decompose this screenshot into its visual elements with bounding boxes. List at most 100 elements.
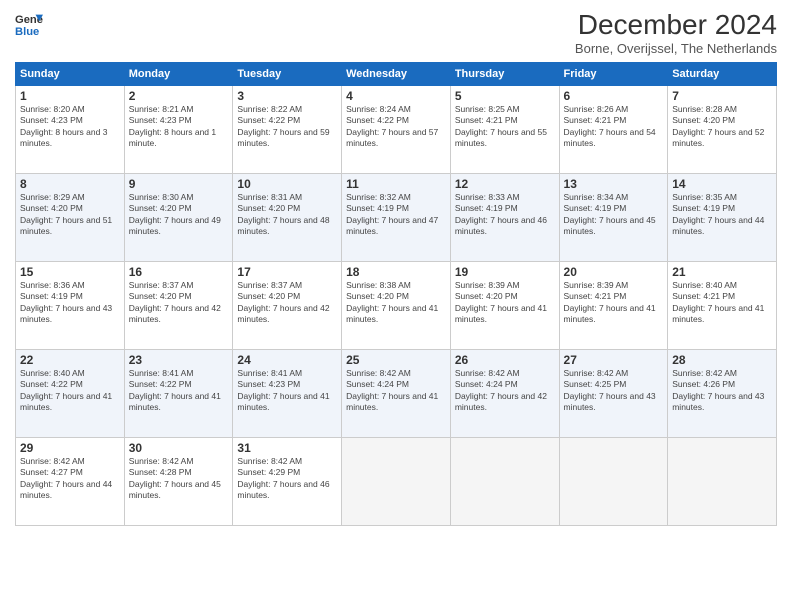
calendar-cell: 27 Sunrise: 8:42 AMSunset: 4:25 PMDaylig… — [559, 349, 668, 437]
calendar-cell: 11 Sunrise: 8:32 AMSunset: 4:19 PMDaylig… — [342, 173, 451, 261]
logo-icon: General Blue — [15, 10, 43, 38]
calendar-cell: 26 Sunrise: 8:42 AMSunset: 4:24 PMDaylig… — [450, 349, 559, 437]
day-info: Sunrise: 8:24 AMSunset: 4:22 PMDaylight:… — [346, 104, 446, 150]
day-number: 15 — [20, 265, 120, 279]
day-info: Sunrise: 8:42 AMSunset: 4:24 PMDaylight:… — [346, 368, 446, 414]
calendar-cell: 6 Sunrise: 8:26 AMSunset: 4:21 PMDayligh… — [559, 85, 668, 173]
calendar-cell: 14 Sunrise: 8:35 AMSunset: 4:19 PMDaylig… — [668, 173, 777, 261]
day-number: 21 — [672, 265, 772, 279]
calendar-week-5: 29 Sunrise: 8:42 AMSunset: 4:27 PMDaylig… — [16, 437, 777, 525]
col-header-tuesday: Tuesday — [233, 62, 342, 85]
day-info: Sunrise: 8:42 AMSunset: 4:24 PMDaylight:… — [455, 368, 555, 414]
day-info: Sunrise: 8:41 AMSunset: 4:23 PMDaylight:… — [237, 368, 337, 414]
day-info: Sunrise: 8:42 AMSunset: 4:26 PMDaylight:… — [672, 368, 772, 414]
day-number: 23 — [129, 353, 229, 367]
calendar-cell — [668, 437, 777, 525]
day-number: 24 — [237, 353, 337, 367]
col-header-thursday: Thursday — [450, 62, 559, 85]
day-info: Sunrise: 8:41 AMSunset: 4:22 PMDaylight:… — [129, 368, 229, 414]
col-header-saturday: Saturday — [668, 62, 777, 85]
calendar-cell: 24 Sunrise: 8:41 AMSunset: 4:23 PMDaylig… — [233, 349, 342, 437]
day-info: Sunrise: 8:42 AMSunset: 4:29 PMDaylight:… — [237, 456, 337, 502]
day-info: Sunrise: 8:28 AMSunset: 4:20 PMDaylight:… — [672, 104, 772, 150]
calendar-cell: 12 Sunrise: 8:33 AMSunset: 4:19 PMDaylig… — [450, 173, 559, 261]
day-info: Sunrise: 8:40 AMSunset: 4:21 PMDaylight:… — [672, 280, 772, 326]
calendar-cell: 5 Sunrise: 8:25 AMSunset: 4:21 PMDayligh… — [450, 85, 559, 173]
day-info: Sunrise: 8:33 AMSunset: 4:19 PMDaylight:… — [455, 192, 555, 238]
day-info: Sunrise: 8:22 AMSunset: 4:22 PMDaylight:… — [237, 104, 337, 150]
calendar-cell: 2 Sunrise: 8:21 AMSunset: 4:23 PMDayligh… — [124, 85, 233, 173]
day-number: 11 — [346, 177, 446, 191]
day-number: 27 — [564, 353, 664, 367]
day-number: 5 — [455, 89, 555, 103]
calendar-week-1: 1 Sunrise: 8:20 AMSunset: 4:23 PMDayligh… — [16, 85, 777, 173]
calendar-cell: 22 Sunrise: 8:40 AMSunset: 4:22 PMDaylig… — [16, 349, 125, 437]
day-info: Sunrise: 8:29 AMSunset: 4:20 PMDaylight:… — [20, 192, 120, 238]
calendar: SundayMondayTuesdayWednesdayThursdayFrid… — [15, 62, 777, 526]
calendar-cell: 31 Sunrise: 8:42 AMSunset: 4:29 PMDaylig… — [233, 437, 342, 525]
day-info: Sunrise: 8:36 AMSunset: 4:19 PMDaylight:… — [20, 280, 120, 326]
calendar-cell: 15 Sunrise: 8:36 AMSunset: 4:19 PMDaylig… — [16, 261, 125, 349]
calendar-cell: 18 Sunrise: 8:38 AMSunset: 4:20 PMDaylig… — [342, 261, 451, 349]
day-info: Sunrise: 8:21 AMSunset: 4:23 PMDaylight:… — [129, 104, 229, 150]
calendar-cell: 29 Sunrise: 8:42 AMSunset: 4:27 PMDaylig… — [16, 437, 125, 525]
day-info: Sunrise: 8:39 AMSunset: 4:20 PMDaylight:… — [455, 280, 555, 326]
day-number: 16 — [129, 265, 229, 279]
calendar-cell — [342, 437, 451, 525]
title-block: December 2024 Borne, Overijssel, The Net… — [575, 10, 777, 56]
calendar-cell: 3 Sunrise: 8:22 AMSunset: 4:22 PMDayligh… — [233, 85, 342, 173]
calendar-cell — [450, 437, 559, 525]
calendar-header-row: SundayMondayTuesdayWednesdayThursdayFrid… — [16, 62, 777, 85]
calendar-cell: 20 Sunrise: 8:39 AMSunset: 4:21 PMDaylig… — [559, 261, 668, 349]
day-info: Sunrise: 8:31 AMSunset: 4:20 PMDaylight:… — [237, 192, 337, 238]
day-info: Sunrise: 8:25 AMSunset: 4:21 PMDaylight:… — [455, 104, 555, 150]
day-info: Sunrise: 8:20 AMSunset: 4:23 PMDaylight:… — [20, 104, 120, 150]
calendar-cell: 13 Sunrise: 8:34 AMSunset: 4:19 PMDaylig… — [559, 173, 668, 261]
day-info: Sunrise: 8:42 AMSunset: 4:25 PMDaylight:… — [564, 368, 664, 414]
calendar-cell: 10 Sunrise: 8:31 AMSunset: 4:20 PMDaylig… — [233, 173, 342, 261]
calendar-cell: 21 Sunrise: 8:40 AMSunset: 4:21 PMDaylig… — [668, 261, 777, 349]
day-info: Sunrise: 8:32 AMSunset: 4:19 PMDaylight:… — [346, 192, 446, 238]
page: General Blue December 2024 Borne, Overij… — [0, 0, 792, 612]
calendar-cell: 17 Sunrise: 8:37 AMSunset: 4:20 PMDaylig… — [233, 261, 342, 349]
day-info: Sunrise: 8:38 AMSunset: 4:20 PMDaylight:… — [346, 280, 446, 326]
day-number: 4 — [346, 89, 446, 103]
day-number: 31 — [237, 441, 337, 455]
day-info: Sunrise: 8:42 AMSunset: 4:27 PMDaylight:… — [20, 456, 120, 502]
day-number: 14 — [672, 177, 772, 191]
day-number: 12 — [455, 177, 555, 191]
header: General Blue December 2024 Borne, Overij… — [15, 10, 777, 56]
day-info: Sunrise: 8:37 AMSunset: 4:20 PMDaylight:… — [129, 280, 229, 326]
day-info: Sunrise: 8:40 AMSunset: 4:22 PMDaylight:… — [20, 368, 120, 414]
day-number: 30 — [129, 441, 229, 455]
calendar-cell — [559, 437, 668, 525]
calendar-week-3: 15 Sunrise: 8:36 AMSunset: 4:19 PMDaylig… — [16, 261, 777, 349]
main-title: December 2024 — [575, 10, 777, 41]
calendar-cell: 7 Sunrise: 8:28 AMSunset: 4:20 PMDayligh… — [668, 85, 777, 173]
day-number: 19 — [455, 265, 555, 279]
calendar-cell: 1 Sunrise: 8:20 AMSunset: 4:23 PMDayligh… — [16, 85, 125, 173]
col-header-monday: Monday — [124, 62, 233, 85]
day-number: 1 — [20, 89, 120, 103]
calendar-cell: 8 Sunrise: 8:29 AMSunset: 4:20 PMDayligh… — [16, 173, 125, 261]
calendar-cell: 9 Sunrise: 8:30 AMSunset: 4:20 PMDayligh… — [124, 173, 233, 261]
day-number: 8 — [20, 177, 120, 191]
day-info: Sunrise: 8:37 AMSunset: 4:20 PMDaylight:… — [237, 280, 337, 326]
calendar-week-4: 22 Sunrise: 8:40 AMSunset: 4:22 PMDaylig… — [16, 349, 777, 437]
logo: General Blue — [15, 10, 43, 38]
calendar-cell: 19 Sunrise: 8:39 AMSunset: 4:20 PMDaylig… — [450, 261, 559, 349]
svg-text:Blue: Blue — [15, 26, 39, 38]
day-number: 2 — [129, 89, 229, 103]
calendar-week-2: 8 Sunrise: 8:29 AMSunset: 4:20 PMDayligh… — [16, 173, 777, 261]
day-number: 26 — [455, 353, 555, 367]
day-number: 20 — [564, 265, 664, 279]
day-info: Sunrise: 8:34 AMSunset: 4:19 PMDaylight:… — [564, 192, 664, 238]
subtitle: Borne, Overijssel, The Netherlands — [575, 41, 777, 56]
calendar-cell: 4 Sunrise: 8:24 AMSunset: 4:22 PMDayligh… — [342, 85, 451, 173]
col-header-wednesday: Wednesday — [342, 62, 451, 85]
day-number: 22 — [20, 353, 120, 367]
day-number: 10 — [237, 177, 337, 191]
col-header-friday: Friday — [559, 62, 668, 85]
day-info: Sunrise: 8:35 AMSunset: 4:19 PMDaylight:… — [672, 192, 772, 238]
day-number: 17 — [237, 265, 337, 279]
